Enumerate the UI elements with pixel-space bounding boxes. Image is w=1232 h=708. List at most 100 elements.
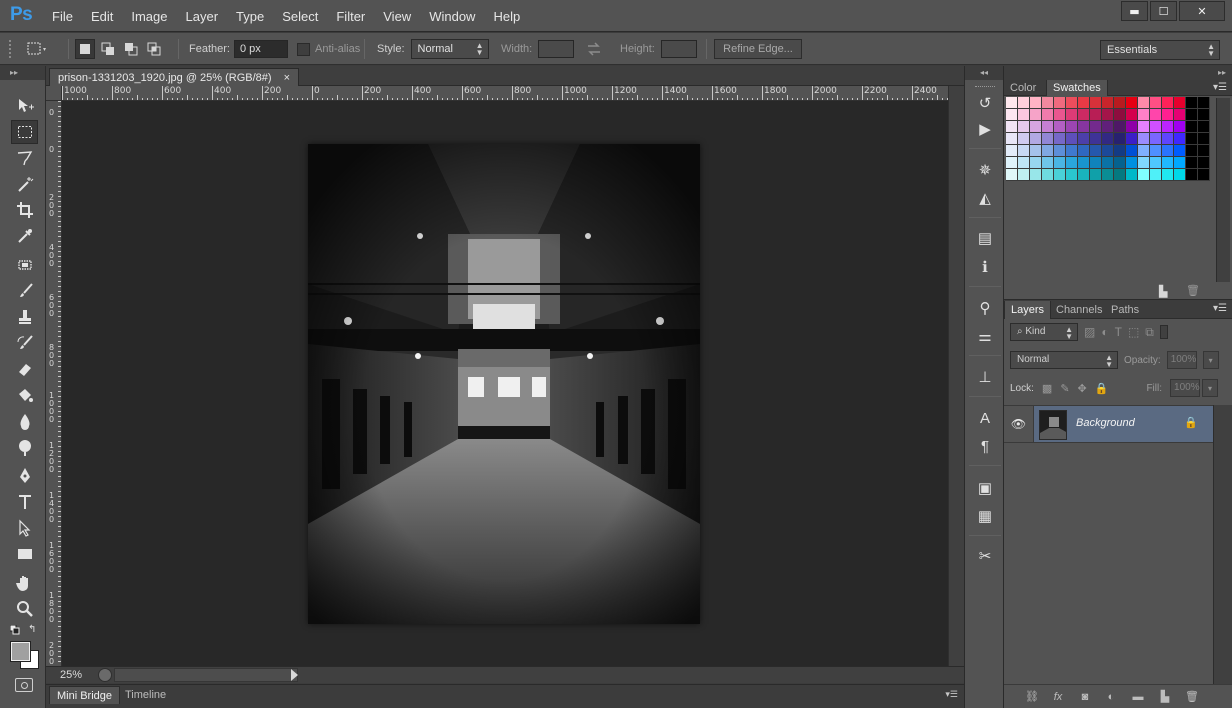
default-colors-icon[interactable] xyxy=(9,624,20,635)
tab-paths[interactable]: Paths xyxy=(1105,301,1145,319)
color-swatch[interactable] xyxy=(1030,109,1042,121)
tool-presets-icon[interactable]: ✂ xyxy=(974,545,996,567)
color-swatch[interactable] xyxy=(1090,97,1102,109)
antialias-checkbox[interactable] xyxy=(297,42,310,56)
panel-menu-icon[interactable]: ▾☰ xyxy=(945,689,958,700)
document-image[interactable] xyxy=(308,144,700,624)
color-swatch[interactable] xyxy=(1138,133,1150,145)
color-swatch[interactable] xyxy=(1066,121,1078,133)
intersect-selection-button[interactable] xyxy=(144,39,164,59)
color-swatch[interactable] xyxy=(1186,169,1198,181)
color-swatch[interactable] xyxy=(1066,157,1078,169)
color-swatch[interactable] xyxy=(1042,169,1054,181)
color-swatch[interactable] xyxy=(1078,169,1090,181)
color-swatch[interactable] xyxy=(1150,121,1162,133)
visibility-eye-icon[interactable]: 👁 xyxy=(1004,406,1034,442)
navigator-icon[interactable]: ✵ xyxy=(974,159,996,181)
color-swatch[interactable] xyxy=(1042,121,1054,133)
color-swatch[interactable] xyxy=(1138,109,1150,121)
color-swatch[interactable] xyxy=(1018,157,1030,169)
style-select[interactable]: Normal ▲ ▼ xyxy=(410,39,489,59)
paint-bucket-tool[interactable] xyxy=(11,383,38,407)
color-swatch[interactable] xyxy=(1174,133,1186,145)
color-swatch[interactable] xyxy=(1006,145,1018,157)
color-swatch[interactable] xyxy=(1078,97,1090,109)
menu-view[interactable]: View xyxy=(374,0,420,32)
lock-image-icon[interactable]: ✎ xyxy=(1060,382,1069,395)
add-to-selection-button[interactable] xyxy=(98,39,118,59)
color-swatch[interactable] xyxy=(1174,145,1186,157)
move-tool[interactable] xyxy=(11,94,38,118)
color-swatch[interactable] xyxy=(1162,157,1174,169)
tab-layers[interactable]: Layers xyxy=(1004,301,1052,319)
menu-help[interactable]: Help xyxy=(484,0,529,32)
refine-edge-button[interactable]: Refine Edge... xyxy=(714,39,802,59)
document-tab[interactable]: prison-1331203_1920.jpg @ 25% (RGB/8#) × xyxy=(49,68,300,86)
color-swatch[interactable] xyxy=(1018,169,1030,181)
swap-colors-icon[interactable]: ↰ xyxy=(28,624,36,635)
color-swatch[interactable] xyxy=(1090,121,1102,133)
color-swatch[interactable] xyxy=(1186,145,1198,157)
hand-tool[interactable] xyxy=(11,571,38,595)
swap-dimensions-button[interactable] xyxy=(586,33,602,65)
color-swatch[interactable] xyxy=(1054,145,1066,157)
tab-mini-bridge[interactable]: Mini Bridge xyxy=(49,686,121,704)
menu-image[interactable]: Image xyxy=(122,0,176,32)
swatches-scrollbar[interactable] xyxy=(1216,98,1230,282)
color-swatch[interactable] xyxy=(1162,145,1174,157)
color-swatch[interactable] xyxy=(1198,109,1210,121)
color-swatch[interactable] xyxy=(1090,145,1102,157)
menu-window[interactable]: Window xyxy=(420,0,484,32)
color-swatch[interactable] xyxy=(1198,169,1210,181)
new-group-icon[interactable]: ▬ xyxy=(1130,689,1146,705)
color-swatch[interactable] xyxy=(1042,133,1054,145)
color-swatch[interactable] xyxy=(1018,109,1030,121)
color-swatch[interactable] xyxy=(1006,97,1018,109)
pen-tool[interactable] xyxy=(11,464,38,488)
color-swatch[interactable] xyxy=(1186,133,1198,145)
filter-type-icon[interactable]: T xyxy=(1115,325,1122,339)
color-swatch[interactable] xyxy=(1006,121,1018,133)
color-swatch[interactable] xyxy=(1162,97,1174,109)
lock-all-icon[interactable]: 🔒 xyxy=(1095,382,1109,395)
color-swatch[interactable] xyxy=(1126,157,1138,169)
vertical-scrollbar[interactable] xyxy=(948,86,964,666)
color-swatch[interactable] xyxy=(1138,169,1150,181)
color-swatch[interactable] xyxy=(1030,145,1042,157)
info-icon[interactable]: ℹ xyxy=(974,256,996,278)
color-swatch[interactable] xyxy=(1198,133,1210,145)
paragraph-icon[interactable]: ¶ xyxy=(974,435,996,457)
color-swatch[interactable] xyxy=(1150,133,1162,145)
color-swatch[interactable] xyxy=(1042,97,1054,109)
zoom-tool[interactable] xyxy=(11,597,38,621)
color-swatch[interactable] xyxy=(1066,133,1078,145)
color-swatch[interactable] xyxy=(1066,145,1078,157)
history-icon[interactable]: ↺ xyxy=(974,92,996,114)
color-swatch[interactable] xyxy=(1054,169,1066,181)
fill-dropdown-icon[interactable]: ▾ xyxy=(1202,379,1219,397)
layer-name[interactable]: Background xyxy=(1076,417,1135,429)
actions-play-icon[interactable]: ▶ xyxy=(974,118,996,140)
magic-wand-tool[interactable] xyxy=(11,172,38,196)
color-swatch[interactable] xyxy=(1018,97,1030,109)
layer-comps-icon[interactable]: ▣ xyxy=(974,477,996,499)
tool-preset-picker[interactable] xyxy=(26,33,48,65)
vertical-ruler[interactable]: 0 0 2 0 0 4 0 0 6 0 0 8 0 0 1 0 0 0 1 2 … xyxy=(46,101,62,666)
notes-icon[interactable]: ▦ xyxy=(974,505,996,527)
color-swatch[interactable] xyxy=(1162,169,1174,181)
color-swatch[interactable] xyxy=(1114,109,1126,121)
character-icon[interactable]: A xyxy=(974,407,996,429)
color-swatch[interactable] xyxy=(1066,109,1078,121)
color-swatch[interactable] xyxy=(1114,145,1126,157)
color-swatch[interactable] xyxy=(1198,97,1210,109)
color-swatch[interactable] xyxy=(1030,97,1042,109)
menu-filter[interactable]: Filter xyxy=(327,0,374,32)
color-swatch[interactable] xyxy=(1198,157,1210,169)
color-swatch[interactable] xyxy=(1174,169,1186,181)
blend-mode-select[interactable]: Normal ▲ ▼ xyxy=(1010,351,1118,369)
panel-menu-icon[interactable]: ▾☰ xyxy=(1213,83,1227,93)
collapse-panels-icon[interactable]: ▸▸ xyxy=(1004,66,1232,80)
color-swatch[interactable] xyxy=(1006,109,1018,121)
color-swatch[interactable] xyxy=(1102,157,1114,169)
horizontal-scrollbar[interactable] xyxy=(114,668,298,682)
